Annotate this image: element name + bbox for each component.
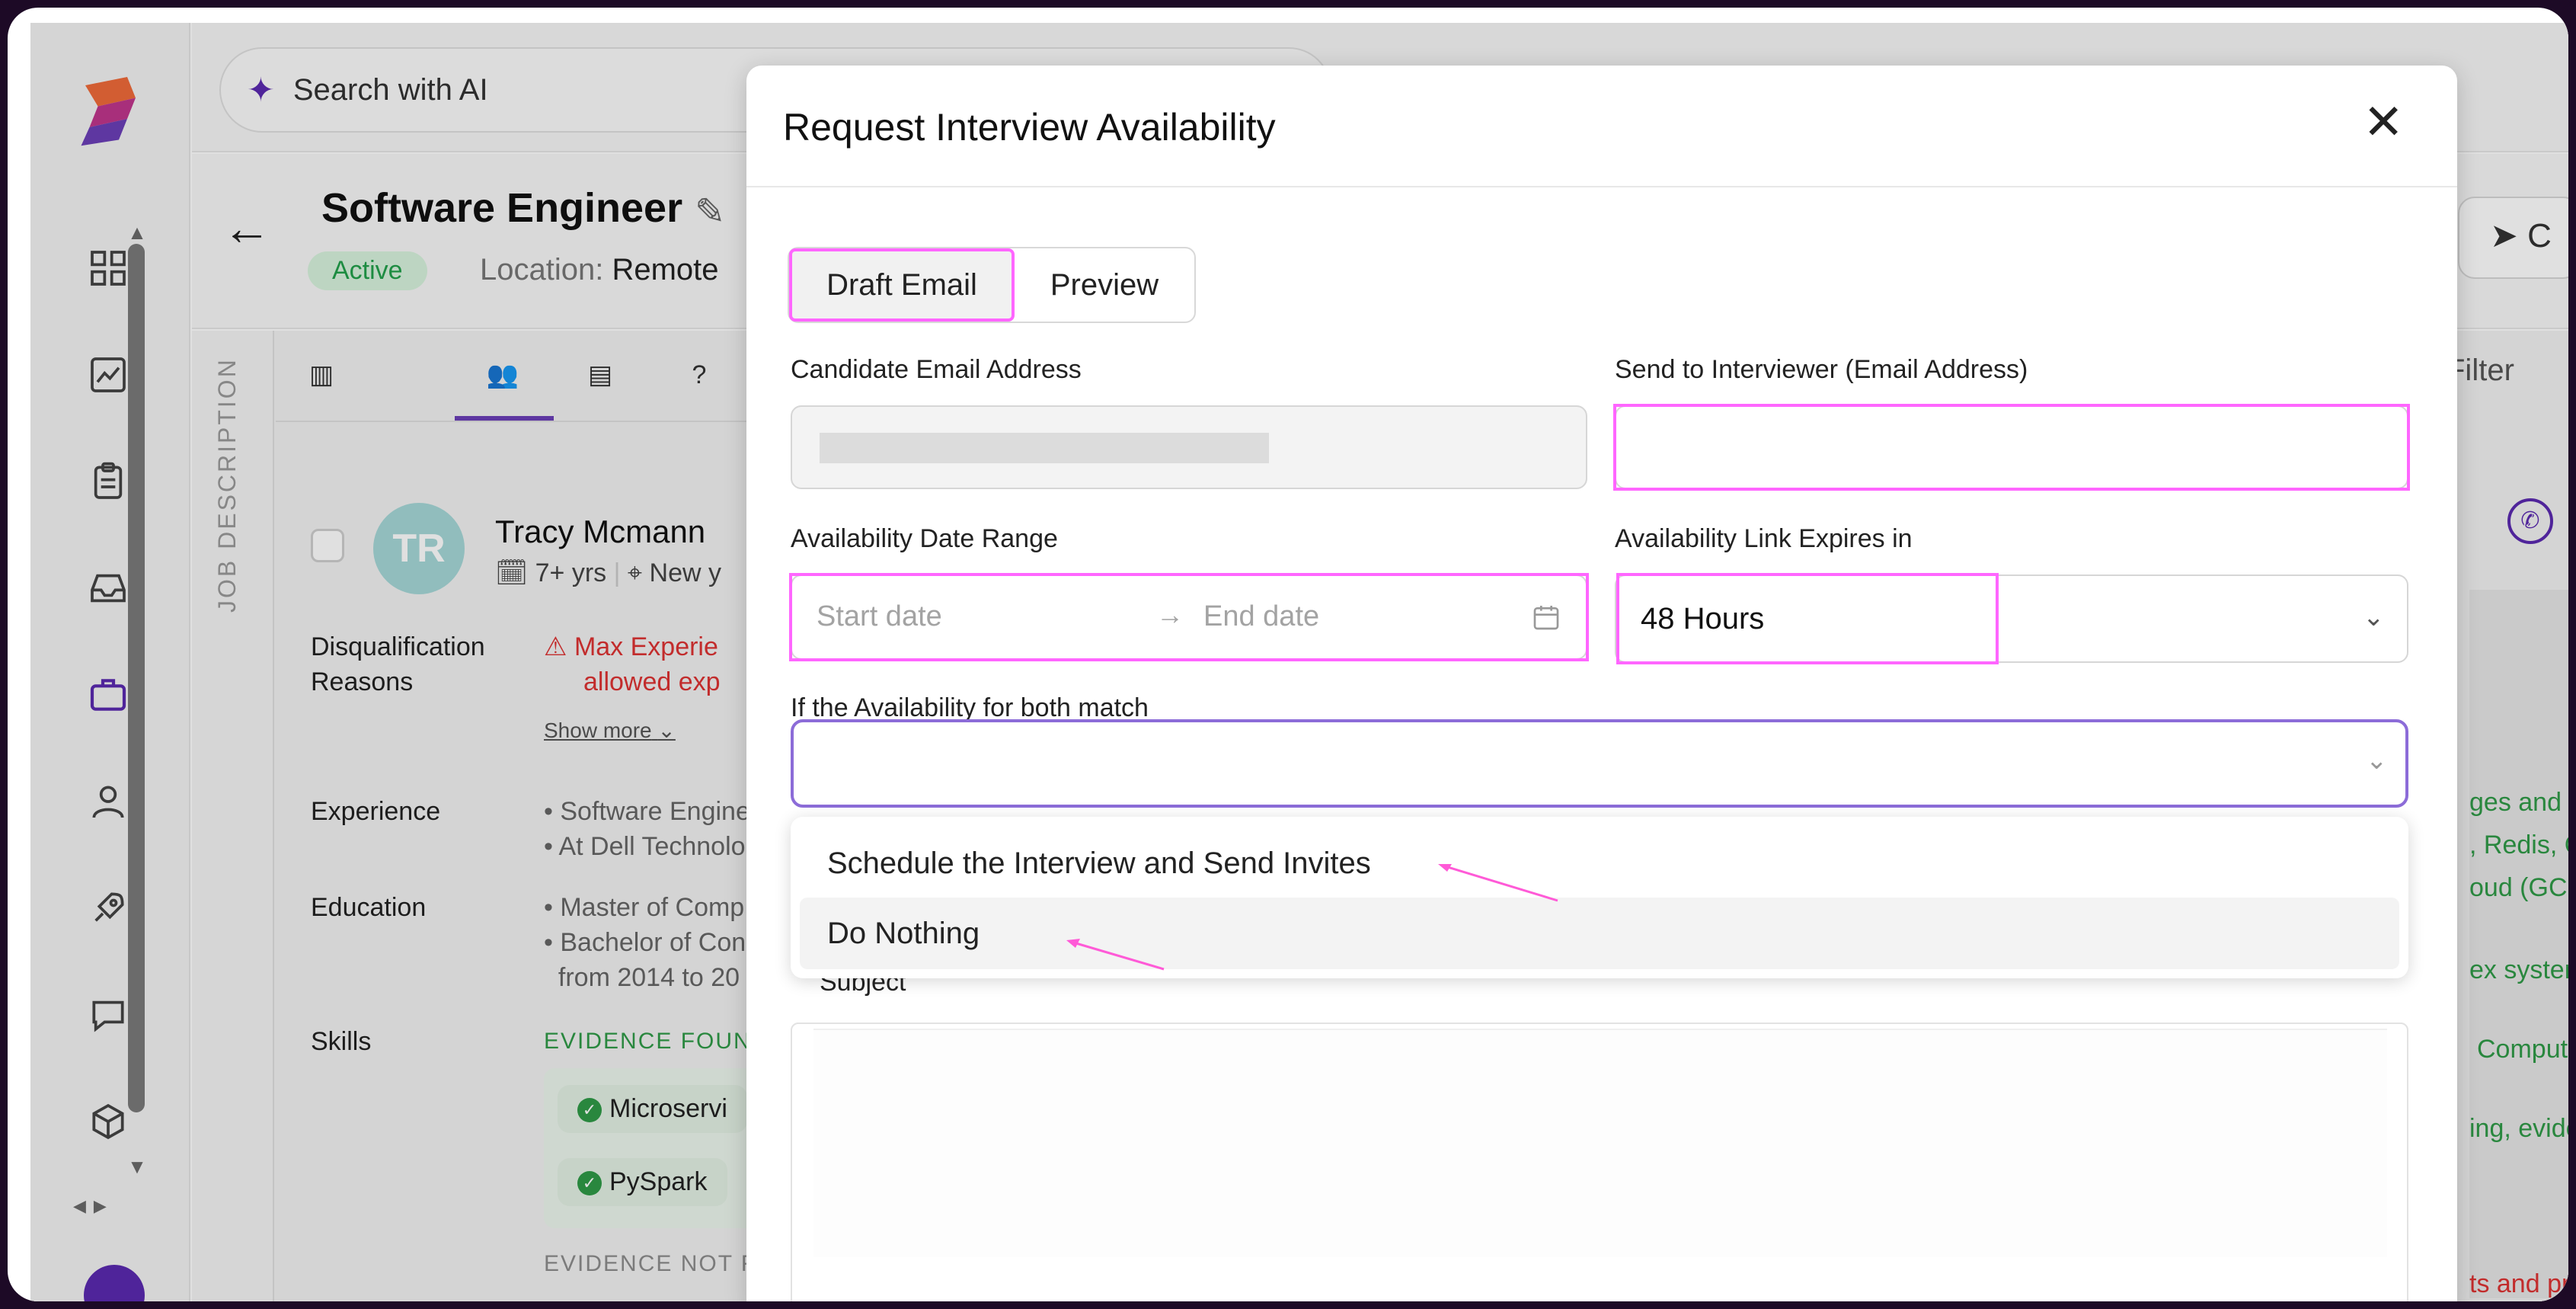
match-action-select[interactable]: ⌄ xyxy=(791,719,2408,808)
chevron-down-icon: ⌄ xyxy=(2363,603,2385,632)
candidate-email-label: Candidate Email Address xyxy=(791,355,1082,384)
email-body-editor[interactable] xyxy=(791,1023,2408,1301)
expires-label: Availability Link Expires in xyxy=(1615,524,1913,553)
chevron-down-icon: ⌄ xyxy=(2366,746,2388,775)
highlight-box xyxy=(1613,404,2410,491)
candidate-email-field xyxy=(791,405,1587,489)
modal-title: Request Interview Availability xyxy=(783,106,1276,149)
request-availability-modal: Request Interview Availability ✕ Draft E… xyxy=(746,66,2457,1301)
highlight-box xyxy=(1616,573,1999,664)
tab-preview[interactable]: Preview xyxy=(1015,248,1194,322)
tab-draft-email[interactable]: Draft Email xyxy=(789,248,1015,322)
subject-input[interactable] xyxy=(813,1029,2387,1257)
date-range-label: Availability Date Range xyxy=(791,524,1058,553)
interviewer-email-label: Send to Interviewer (Email Address) xyxy=(1615,355,2028,384)
redacted-email xyxy=(820,433,1269,463)
modal-header: Request Interview Availability ✕ xyxy=(746,66,2457,187)
app-window: ▲ ▼ ◀▶ ✦ Search with AI ← Software Engin… xyxy=(8,8,2568,1301)
close-icon[interactable]: ✕ xyxy=(2363,98,2404,146)
highlight-box xyxy=(789,573,1589,661)
match-action-dropdown: Schedule the Interview and Send Invites … xyxy=(791,817,2408,978)
app-root: ▲ ▼ ◀▶ ✦ Search with AI ← Software Engin… xyxy=(30,23,2568,1301)
modal-tabs: Draft Email Preview xyxy=(788,247,1196,323)
option-schedule-interview[interactable]: Schedule the Interview and Send Invites xyxy=(800,827,2399,899)
option-do-nothing[interactable]: Do Nothing xyxy=(800,898,2399,969)
